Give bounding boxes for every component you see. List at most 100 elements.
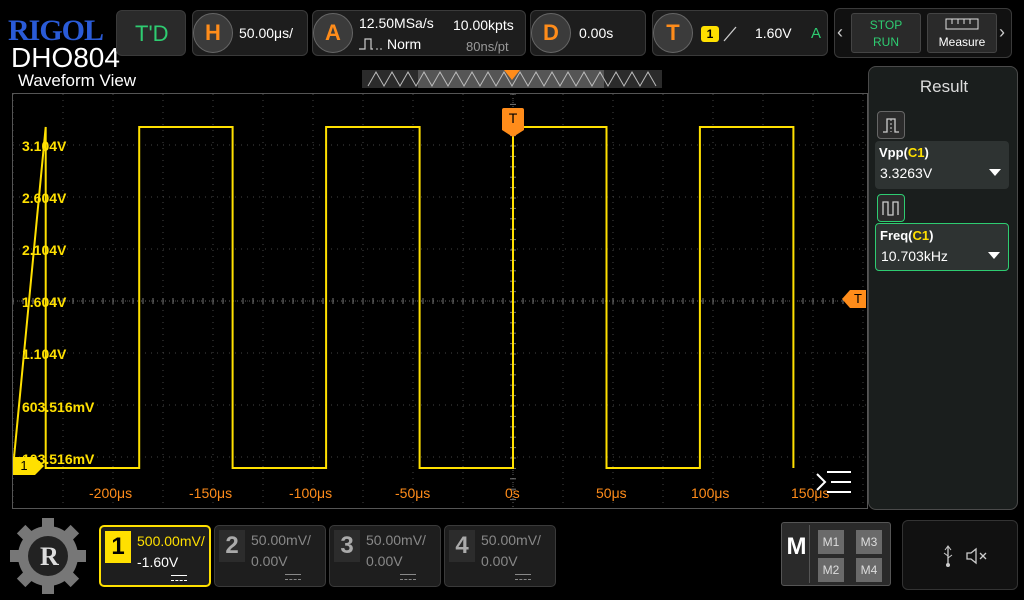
trigger-position-pointer xyxy=(502,130,524,137)
math-panel[interactable]: M M1 M3 M2 M4 xyxy=(781,522,891,586)
top-bar: RIGOL DHO804 T'D H 50.00μs/ A 12.50MSa/s… xyxy=(0,0,1024,72)
vpp-dropdown-icon[interactable] xyxy=(989,169,1001,176)
horizontal-key: H xyxy=(193,13,233,53)
vpp-value: 3.3263V xyxy=(880,165,933,181)
usb-icon xyxy=(943,545,953,567)
freq-measure-icon[interactable] xyxy=(877,194,905,222)
trigger-panel[interactable]: T 1 1.60V A xyxy=(652,10,828,56)
model-name: DHO804 xyxy=(11,42,120,73)
channel-2-control[interactable]: 2 50.00mV/ 0.00V xyxy=(214,525,326,587)
y-label: 1.104V xyxy=(22,346,67,362)
trigger-level-label: T xyxy=(854,291,862,306)
freq-name: Freq(C1) xyxy=(880,228,934,243)
trigger-mode: A xyxy=(811,25,822,42)
math-m4[interactable]: M4 xyxy=(856,558,882,582)
status-panel xyxy=(902,520,1018,590)
td-label: T'D xyxy=(135,21,169,46)
waveform-canvas xyxy=(13,94,867,508)
x-label: 50μs xyxy=(596,485,627,501)
scroll-right-icon[interactable]: › xyxy=(999,22,1005,43)
dc-coupling-icon xyxy=(515,574,531,580)
x-label: -50μs xyxy=(395,485,431,501)
math-m2[interactable]: M2 xyxy=(818,558,844,582)
channel-3-scale: 50.00mV/ xyxy=(366,532,426,548)
channel-1-control[interactable]: 1 500.00mV/ -1.60V xyxy=(99,525,211,587)
ruler-icon xyxy=(945,18,979,30)
x-label: -200μs xyxy=(89,485,133,501)
sample-rate: 12.50MSa/s xyxy=(359,15,434,31)
channel-2-scale: 50.00mV/ xyxy=(251,532,311,548)
rising-edge-icon xyxy=(723,26,737,42)
y-label: 603.516mV xyxy=(22,399,95,415)
y-label: 3.104V xyxy=(22,138,67,154)
x-label: -100μs xyxy=(289,485,333,501)
trigger-position-label: T xyxy=(508,110,518,126)
measure-button[interactable]: Measure xyxy=(927,13,997,53)
vpp-name: Vpp(C1) xyxy=(879,145,929,160)
run-label: RUN xyxy=(873,35,899,49)
run-stop-button[interactable]: STOP RUN xyxy=(851,13,921,53)
acquire-mode: Norm xyxy=(387,36,422,52)
math-m3[interactable]: M3 xyxy=(856,530,882,554)
trigger-position-marker[interactable]: T xyxy=(502,108,524,130)
trigger-level: 1.60V xyxy=(755,25,792,41)
memory-trigger-pointer xyxy=(504,70,520,80)
trigger-source-badge: 1 xyxy=(701,26,719,42)
channel-2-number: 2 xyxy=(219,530,245,562)
y-label: 2.604V xyxy=(22,190,67,206)
x-label: -150μs xyxy=(189,485,233,501)
waveform-grid[interactable]: 3.104V 2.604V 2.104V 1.604V 1.104V 603.5… xyxy=(12,93,868,509)
channel-1-scale: 500.00mV/ xyxy=(137,533,205,549)
ch1-offset-marker[interactable]: 1 xyxy=(13,457,45,475)
dc-coupling-icon xyxy=(171,575,187,581)
memory-position-bar[interactable] xyxy=(362,70,662,88)
freq-value: 10.703kHz xyxy=(881,248,948,264)
x-label: 100μs xyxy=(691,485,730,501)
vpp-measurement[interactable]: Vpp(C1) 3.3263V xyxy=(875,141,1009,189)
channel-3-number: 3 xyxy=(334,530,360,562)
scroll-left-icon[interactable]: ‹ xyxy=(837,22,843,43)
mute-icon[interactable] xyxy=(965,546,989,566)
sample-interval: 80ns/pt xyxy=(466,39,509,54)
ch1-waveform xyxy=(13,126,795,469)
trigger-level-marker[interactable]: T xyxy=(842,290,866,308)
delay-value: 0.00s xyxy=(579,25,614,41)
channel-3-control[interactable]: 3 50.00mV/ 0.00V xyxy=(329,525,441,587)
vpp-measure-icon[interactable] xyxy=(877,111,905,139)
channel-2-offset: 0.00V xyxy=(251,553,288,569)
dc-coupling-icon xyxy=(400,574,416,580)
y-label: 2.104V xyxy=(22,242,67,258)
td-button[interactable]: T'D xyxy=(116,10,186,56)
dc-coupling-icon xyxy=(285,574,301,580)
acquire-panel[interactable]: A 12.50MSa/s 10.00kpts Norm 80ns/pt xyxy=(312,10,526,56)
gear-icon: R xyxy=(10,518,86,594)
menu-icon[interactable] xyxy=(813,468,853,498)
acquire-key: A xyxy=(313,13,353,53)
home-button[interactable]: R xyxy=(8,516,88,596)
channel-4-offset: 0.00V xyxy=(481,553,518,569)
channel-4-control[interactable]: 4 50.00mV/ 0.00V xyxy=(444,525,556,587)
x-label: 0s xyxy=(505,485,520,501)
channel-1-offset: -1.60V xyxy=(137,554,179,570)
ch1-offset-label: 1 xyxy=(20,458,28,473)
trigger-key: T xyxy=(653,13,693,53)
measure-label: Measure xyxy=(938,35,986,49)
result-panel: Result Vpp(C1) 3.3263V Freq(C1) 10.703kH… xyxy=(868,66,1018,510)
quick-button-group: ‹ STOP RUN Measure › xyxy=(834,8,1012,58)
waveform-view-title: Waveform View xyxy=(18,71,137,90)
timebase-value: 50.00μs/ xyxy=(239,25,293,41)
result-title: Result xyxy=(919,77,969,96)
delay-panel[interactable]: D 0.00s xyxy=(530,10,646,56)
freq-measurement[interactable]: Freq(C1) 10.703kHz xyxy=(875,223,1009,271)
svg-text:R: R xyxy=(40,542,59,571)
stop-label: STOP xyxy=(869,18,903,32)
math-key: M xyxy=(784,525,810,583)
memory-depth: 10.00kpts xyxy=(453,17,514,33)
acquire-pulse-icon xyxy=(359,38,382,50)
channel-4-scale: 50.00mV/ xyxy=(481,532,541,548)
bottom-bar: R 1 500.00mV/ -1.60V 2 50.00mV/ 0.00V 3 … xyxy=(0,512,1024,600)
freq-dropdown-icon[interactable] xyxy=(988,252,1000,259)
math-m1[interactable]: M1 xyxy=(818,530,844,554)
horizontal-panel[interactable]: H 50.00μs/ xyxy=(192,10,308,56)
channel-4-number: 4 xyxy=(449,530,475,562)
